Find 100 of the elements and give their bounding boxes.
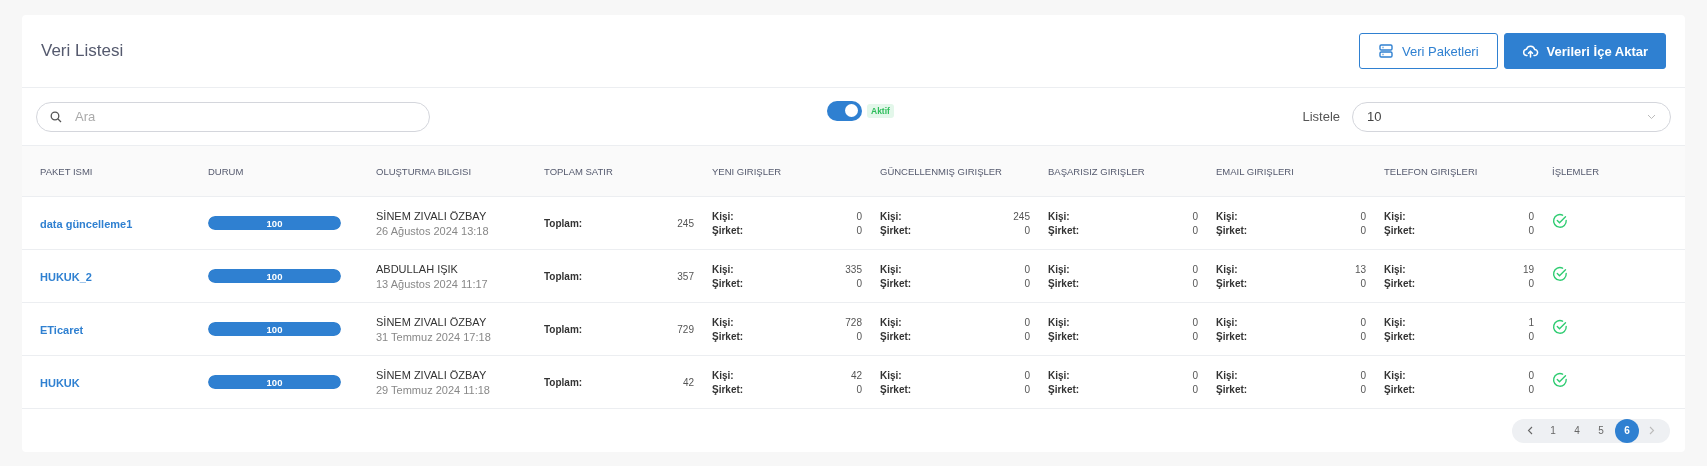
stat-label: Şirket: (1048, 277, 1080, 289)
total-label: Toplam: (544, 270, 583, 282)
progress-bar: 100 (208, 216, 341, 230)
packages-button[interactable]: Veri Paketleri (1359, 33, 1498, 69)
stat-label: Kişi: (1384, 316, 1406, 328)
stat-value: 42 (850, 369, 862, 381)
stat-label: Kişi: (1048, 210, 1070, 222)
column-header: TOPLAM SATIR (544, 165, 614, 177)
stat-value: 0 (1192, 383, 1198, 395)
check-circle-icon[interactable] (1552, 319, 1568, 335)
column-header: YENI GIRIŞLER (712, 165, 783, 177)
stat-value: 0 (1024, 330, 1030, 342)
stat-value: 1 (1528, 316, 1534, 328)
stat-value: 335 (845, 263, 862, 275)
stat-value: 0 (1360, 210, 1366, 222)
stat-label: Kişi: (1216, 263, 1238, 275)
column-header: TELEFON GIRIŞLERI (1384, 165, 1479, 177)
package-link[interactable]: ETicaret (40, 324, 84, 336)
total-label: Toplam: (544, 217, 583, 229)
stat-label: Kişi: (1048, 263, 1070, 275)
stat-label: Kişi: (1048, 369, 1070, 381)
package-link[interactable]: data güncelleme1 (40, 218, 133, 230)
stat-value: 0 (1024, 383, 1030, 395)
stat-value: 0 (1360, 369, 1366, 381)
creator-name: SİNEM ZIVALI ÖZBAY (376, 209, 488, 222)
column-header: OLUŞTURMA BILGISI (376, 165, 473, 177)
stat-label: Kişi: (712, 316, 734, 328)
stat-label: Şirket: (1048, 330, 1080, 342)
stat-value: 0 (856, 210, 862, 222)
page-number[interactable]: 6 (1615, 418, 1639, 443)
column-header: DURUM (208, 165, 245, 177)
check-circle-icon[interactable] (1552, 266, 1568, 282)
stat-label: Kişi: (712, 210, 734, 222)
created-date: 29 Temmuz 2024 11:18 (376, 383, 491, 396)
page-number[interactable]: 1 (1543, 420, 1563, 441)
page-size-label: Listele (1302, 109, 1340, 124)
stat-label: Şirket: (1216, 224, 1248, 236)
page-title: Veri Listesi (41, 41, 124, 61)
stat-label: Kişi: (880, 369, 902, 381)
page-number[interactable]: 5 (1591, 420, 1611, 441)
column-header: PAKET ISMI (40, 165, 94, 177)
column-header: EMAIL GIRIŞLERI (1216, 165, 1295, 177)
progress-bar: 100 (208, 322, 341, 336)
total-value: 42 (682, 376, 694, 388)
stat-label: Kişi: (880, 210, 902, 222)
stat-label: Şirket: (1384, 383, 1416, 395)
stat-value: 0 (1528, 210, 1534, 222)
created-date: 13 Ağustos 2024 11:17 (376, 277, 489, 290)
check-circle-icon[interactable] (1552, 372, 1568, 388)
stat-label: Şirket: (880, 383, 912, 395)
stat-value: 0 (1360, 224, 1366, 236)
stat-value: 0 (856, 224, 862, 236)
stat-label: Şirket: (1216, 383, 1248, 395)
total-value: 357 (677, 270, 694, 282)
stat-label: Kişi: (880, 316, 902, 328)
creator-name: SİNEM ZIVALI ÖZBAY (376, 315, 488, 328)
import-button[interactable]: Verileri İçe Aktar (1503, 33, 1666, 69)
stat-label: Şirket: (1384, 330, 1416, 342)
chevron-left-icon[interactable] (1527, 426, 1533, 435)
stat-value: 728 (845, 316, 862, 328)
check-circle-icon[interactable] (1552, 213, 1568, 229)
total-label: Toplam: (544, 376, 583, 388)
stat-label: Şirket: (712, 224, 744, 236)
total-value: 729 (677, 323, 694, 335)
stat-label: Şirket: (1216, 330, 1248, 342)
created-date: 31 Temmuz 2024 17:18 (376, 330, 492, 343)
stat-value: 0 (1192, 330, 1198, 342)
stat-label: Kişi: (880, 263, 902, 275)
stat-value: 0 (1192, 369, 1198, 381)
stat-value: 0 (1024, 263, 1030, 275)
stat-value: 0 (1024, 277, 1030, 289)
package-link[interactable]: HUKUK_2 (40, 271, 92, 283)
toggle-switch[interactable] (827, 100, 862, 121)
stat-label: Şirket: (880, 277, 912, 289)
stat-label: Şirket: (712, 330, 744, 342)
stat-value: 0 (1024, 316, 1030, 328)
stat-value: 0 (1360, 330, 1366, 342)
created-date: 26 Ağustos 2024 13:18 (376, 224, 490, 237)
stat-label: Kişi: (1048, 316, 1070, 328)
stat-value: 0 (1192, 263, 1198, 275)
total-label: Toplam: (544, 323, 583, 335)
chevron-right-icon[interactable] (1649, 426, 1655, 435)
stat-value: 0 (1192, 210, 1198, 222)
stat-label: Kişi: (712, 263, 734, 275)
column-header: BAŞARISIZ GIRIŞLER (1048, 165, 1146, 177)
stat-label: Kişi: (1384, 210, 1406, 222)
chevron-down-icon (1647, 113, 1656, 120)
stat-value: 19 (1522, 263, 1534, 275)
package-link[interactable]: HUKUK (40, 377, 80, 389)
stat-value: 0 (1528, 277, 1534, 289)
stat-value: 0 (1024, 369, 1030, 381)
stat-value: 0 (1528, 330, 1534, 342)
stat-label: Kişi: (1216, 210, 1238, 222)
stat-label: Kişi: (1384, 369, 1406, 381)
stat-label: Şirket: (1384, 277, 1416, 289)
stat-label: Şirket: (712, 383, 744, 395)
search-field[interactable]: Ara (36, 101, 430, 132)
stat-value: 245 (1013, 210, 1030, 222)
page-number[interactable]: 4 (1567, 420, 1587, 441)
stat-value: 0 (1192, 316, 1198, 328)
